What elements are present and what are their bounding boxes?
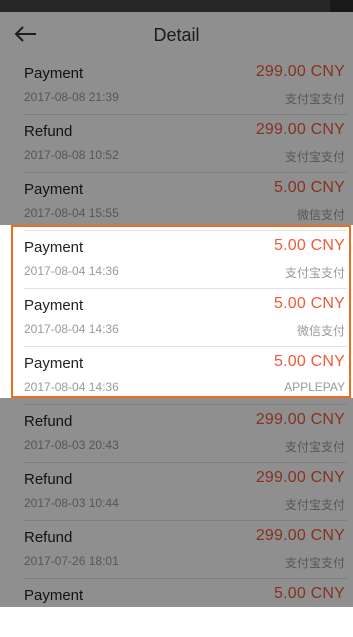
transaction-amount: 5.00 CNY	[274, 353, 345, 370]
transaction-time: 2017-07-26 18:01	[24, 554, 119, 568]
page-title: Detail	[153, 25, 200, 45]
transaction-time: 2017-08-04 15:55	[24, 206, 119, 220]
transaction-row[interactable]: Payment 2017-08-04 14:36 5.00 CNY 微信支付	[0, 289, 353, 347]
status-bar	[0, 0, 353, 12]
transaction-amount: 5.00 CNY	[274, 237, 345, 254]
transaction-type: Refund	[24, 413, 73, 430]
transaction-time: 2017-08-03 20:43	[24, 438, 119, 452]
transaction-amount: 299.00 CNY	[255, 411, 345, 428]
transaction-row[interactable]: Refund 2017-08-03 20:43 299.00 CNY 支付宝支付	[0, 405, 353, 463]
transaction-amount: 299.00 CNY	[255, 469, 345, 486]
transaction-row[interactable]: Refund 2017-07-26 18:01 299.00 CNY 支付宝支付	[0, 521, 353, 579]
transaction-amount: 5.00 CNY	[274, 179, 345, 196]
transaction-time: 2017-08-04 14:36	[24, 380, 119, 394]
transaction-row[interactable]: Refund 2017-08-08 10:52 299.00 CNY 支付宝支付	[0, 115, 353, 173]
payment-method: 支付宝支付	[284, 440, 345, 454]
status-bar-inner	[0, 0, 330, 12]
transaction-row[interactable]: Refund 2017-08-03 10:44 299.00 CNY 支付宝支付	[0, 463, 353, 521]
payment-method: 微信支付	[296, 208, 345, 222]
transaction-row[interactable]: Payment 5.00 CNY	[0, 579, 353, 637]
payment-method: 支付宝支付	[284, 556, 345, 570]
payment-method: 支付宝支付	[284, 92, 345, 106]
transaction-type: Payment	[24, 587, 84, 604]
transaction-list: Payment 2017-08-08 21:39 299.00 CNY 支付宝支…	[0, 57, 353, 637]
transaction-amount: 5.00 CNY	[274, 585, 345, 602]
transaction-time: 2017-08-03 10:44	[24, 496, 119, 510]
transaction-type: Refund	[24, 471, 73, 488]
transaction-type: Payment	[24, 355, 84, 372]
transaction-type: Payment	[24, 239, 84, 256]
transaction-amount: 299.00 CNY	[255, 121, 345, 138]
transaction-row[interactable]: Payment 2017-08-04 14:36 5.00 CNY APPLEP…	[0, 347, 353, 405]
payment-method: 支付宝支付	[284, 150, 345, 164]
transaction-time: 2017-08-08 21:39	[24, 90, 119, 104]
transaction-amount: 299.00 CNY	[255, 527, 345, 544]
transaction-row[interactable]: Payment 2017-08-08 21:39 299.00 CNY 支付宝支…	[0, 57, 353, 115]
transaction-type: Refund	[24, 529, 73, 546]
payment-method: 支付宝支付	[284, 498, 345, 512]
payment-method: 支付宝支付	[284, 266, 345, 280]
transaction-type: Payment	[24, 297, 84, 314]
transaction-amount: 5.00 CNY	[274, 295, 345, 312]
transaction-amount: 299.00 CNY	[255, 63, 345, 80]
transaction-type: Refund	[24, 123, 73, 140]
transaction-row[interactable]: Payment 2017-08-04 15:55 5.00 CNY 微信支付	[0, 173, 353, 231]
transaction-time: 2017-08-04 14:36	[24, 322, 119, 336]
transaction-time: 2017-08-04 14:36	[24, 264, 119, 278]
transaction-row[interactable]: Payment 2017-08-04 14:36 5.00 CNY 支付宝支付	[0, 231, 353, 289]
payment-method: 微信支付	[296, 324, 345, 338]
transaction-time: 2017-08-08 10:52	[24, 148, 119, 162]
transaction-type: Payment	[24, 181, 84, 198]
payment-method: APPLEPAY	[284, 380, 345, 394]
app-header: Detail	[0, 12, 353, 57]
transaction-type: Payment	[24, 65, 84, 82]
